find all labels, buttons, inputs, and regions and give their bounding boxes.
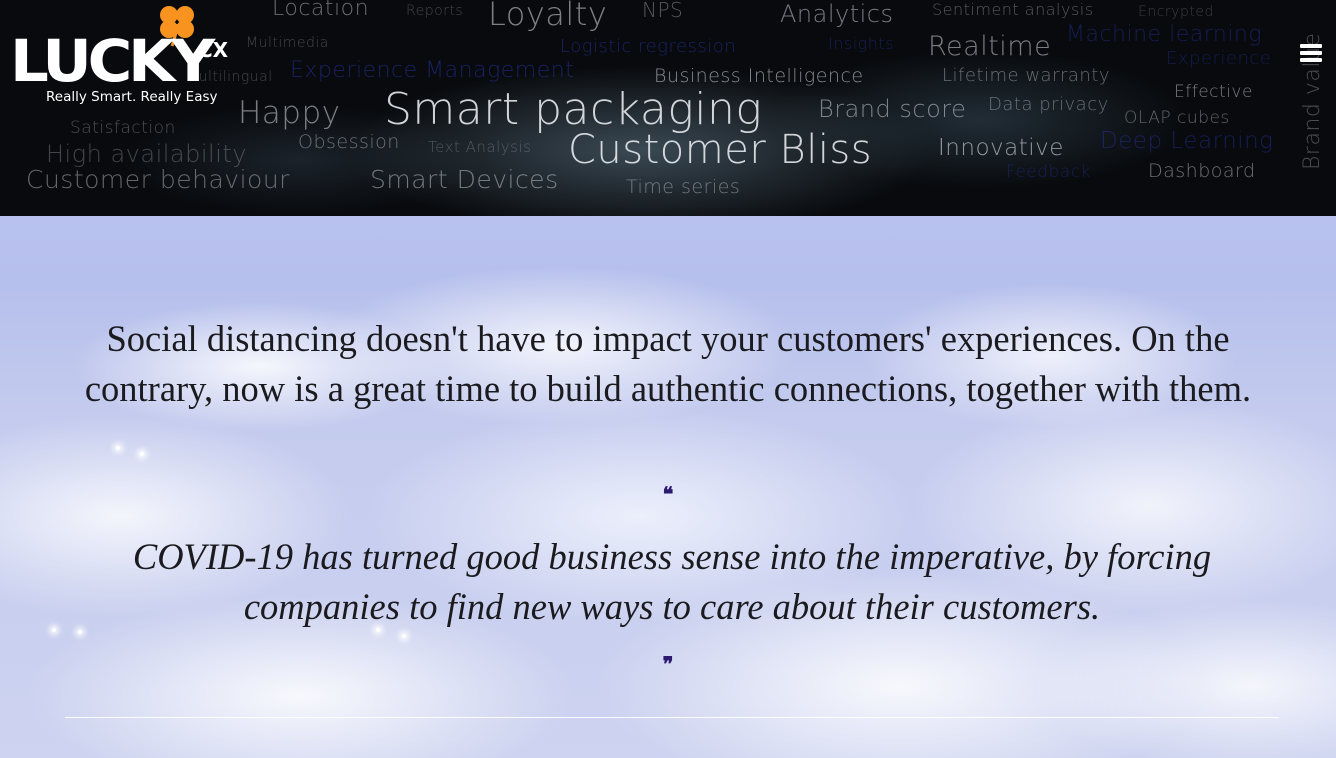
- word-cloud-term: Customer Bliss: [568, 127, 873, 173]
- logo-tagline: Really Smart. Really Easy: [46, 89, 218, 105]
- word-cloud-term: Experience: [1166, 48, 1272, 69]
- word-cloud-term: Logistic regression: [560, 36, 737, 57]
- word-cloud-term: Experience Management: [290, 58, 575, 83]
- word-cloud-term: Text Analysis: [428, 138, 532, 156]
- word-cloud-term: OLAP cubes: [1124, 108, 1230, 128]
- logo-wordmark: LUCKY: [10, 27, 215, 95]
- word-cloud-term: Effective: [1174, 82, 1253, 102]
- word-cloud-term: Innovative: [938, 135, 1064, 161]
- word-cloud-term: NPS: [642, 0, 684, 22]
- word-cloud-term: Reports: [406, 3, 464, 19]
- word-cloud-term: Brand score: [818, 95, 967, 123]
- word-cloud-term: Time series: [626, 176, 741, 198]
- hamburger-menu-icon: [1300, 58, 1322, 62]
- word-cloud-term: Smart Devices: [370, 165, 559, 194]
- word-cloud-term: Sentiment analysis: [932, 0, 1094, 19]
- logo-suffix: CX: [198, 38, 229, 62]
- word-cloud-term: Loyalty: [488, 0, 608, 33]
- sparkle-decoration: [140, 452, 144, 456]
- section-divider: [65, 717, 1279, 718]
- hamburger-menu-icon: [1300, 44, 1322, 48]
- word-cloud-term: Data privacy: [988, 94, 1109, 115]
- sparkle-decoration: [116, 446, 120, 450]
- word-cloud-term: High availability: [46, 140, 247, 168]
- word-cloud-term: Location: [272, 0, 370, 21]
- close-quote-icon: ❞: [662, 652, 674, 676]
- word-cloud-term: Machine learning: [1066, 22, 1263, 47]
- word-cloud-term: Deep Learning: [1100, 128, 1274, 154]
- word-cloud-term: Customer behaviour: [26, 165, 290, 194]
- quote-text: COVID-19 has turned good business sense …: [132, 536, 1212, 627]
- word-cloud-term: Obsession: [298, 131, 400, 153]
- main-section: Social distancing doesn't have to impact…: [0, 216, 1336, 758]
- word-cloud-term: Realtime: [928, 31, 1052, 62]
- word-cloud-term: Multimedia: [246, 35, 329, 51]
- sparkle-decoration: [402, 634, 406, 638]
- brand-logo[interactable]: LUCKY CX Really Smart. Really Easy: [10, 2, 250, 112]
- hamburger-menu-icon: [1300, 51, 1322, 55]
- sparkle-decoration: [52, 628, 56, 632]
- hamburger-menu-button[interactable]: [1300, 42, 1322, 64]
- word-cloud-term: Encrypted: [1138, 4, 1214, 20]
- word-cloud-term: Lifetime warranty: [942, 65, 1111, 86]
- word-cloud-term: Dashboard: [1148, 160, 1256, 182]
- word-cloud-term: Satisfaction: [70, 118, 176, 138]
- open-quote-icon: ❝: [662, 482, 674, 506]
- word-cloud-term: Smart packaging: [384, 84, 763, 135]
- word-cloud-term: Feedback: [1006, 162, 1091, 182]
- header-banner: Location Reports Loyalty NPS Analytics S…: [0, 0, 1336, 216]
- lead-paragraph: Social distancing doesn't have to impact…: [84, 318, 1252, 409]
- word-cloud-term: Happy: [238, 95, 341, 131]
- word-cloud-term: Insights: [828, 34, 894, 53]
- word-cloud-term: Analytics: [780, 0, 894, 28]
